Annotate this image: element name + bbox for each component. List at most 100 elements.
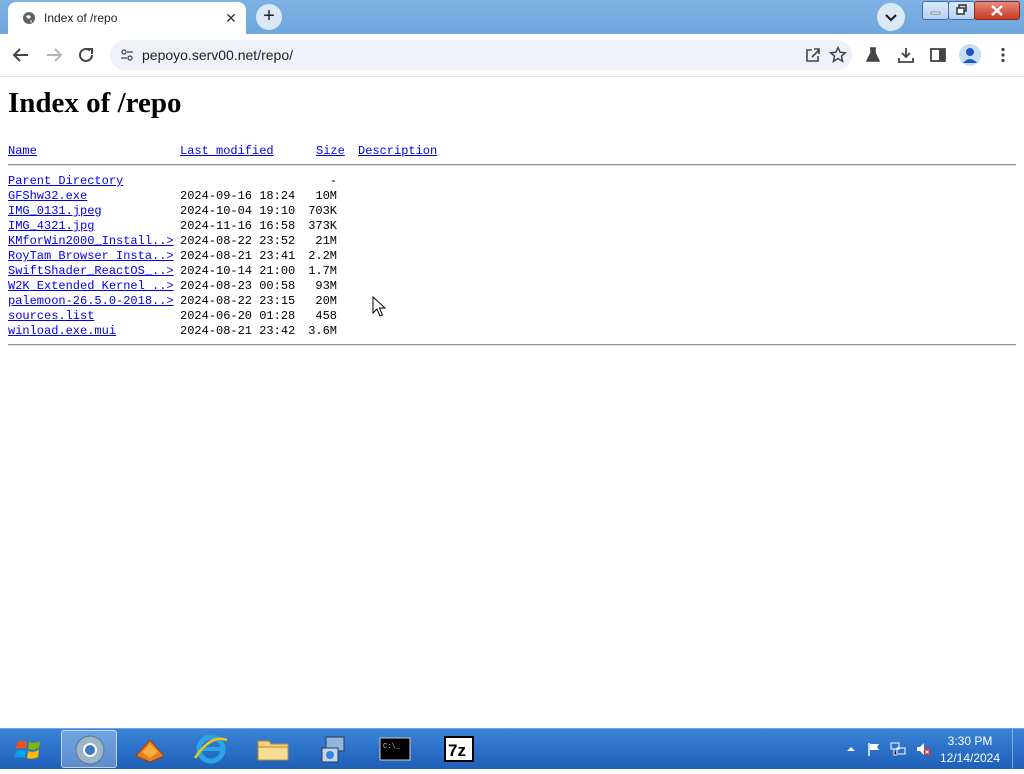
address-bar[interactable]: pepoyo.serv00.net/repo/ — [110, 40, 852, 70]
file-size: 703K — [308, 204, 337, 218]
mouse-cursor-icon — [372, 296, 386, 317]
taskbar-7zip[interactable]: 7z — [431, 730, 487, 768]
last-modified: 2024-08-23 00:58 — [180, 279, 296, 293]
divider-top — [8, 164, 1016, 166]
table-row: IMG_0131.jpeg 2024-10-04 19:10 703K — [8, 204, 508, 219]
table-row: winload.exe.mui 2024-08-21 23:42 3.6M — [8, 324, 508, 339]
taskbar-control-panel[interactable] — [306, 730, 362, 768]
file-size: 10M — [315, 189, 337, 203]
column-header-size[interactable]: Size — [316, 144, 345, 158]
file-link[interactable]: palemoon-26.5.0-2018..> — [8, 294, 174, 308]
file-size: 458 — [315, 309, 337, 323]
file-link[interactable]: KMforWin2000_Install..> — [8, 234, 174, 248]
last-modified: 2024-08-21 23:42 — [180, 324, 296, 338]
start-button[interactable] — [2, 730, 54, 768]
table-row: KMforWin2000_Install..> 2024-08-22 23:52… — [8, 234, 508, 249]
taskbar: C:\_ 7z 3:30 PM 12/14/2024 — [0, 728, 1024, 769]
tab-strip: Index of /repo ✕ + — [0, 0, 1024, 34]
share-icon[interactable] — [804, 46, 822, 64]
file-size: 1.7M — [308, 264, 337, 278]
file-link[interactable]: IMG_0131.jpeg — [8, 204, 102, 218]
action-center-flag-icon[interactable] — [866, 741, 882, 757]
svg-text:7z: 7z — [448, 741, 466, 760]
command-prompt-icon: C:\_ — [379, 737, 411, 761]
control-panel-icon — [321, 736, 345, 763]
network-icon[interactable] — [890, 741, 906, 757]
taskbar-file-explorer[interactable] — [245, 730, 301, 768]
file-link[interactable]: IMG_4321.jpg — [8, 219, 94, 233]
file-link[interactable]: Parent Directory — [8, 174, 123, 188]
chrome-icon — [75, 735, 105, 765]
profile-avatar[interactable] — [959, 44, 981, 66]
tab-search-button[interactable] — [877, 3, 905, 31]
bookmark-star-icon[interactable] — [829, 46, 847, 64]
url-text: pepoyo.serv00.net/repo/ — [142, 47, 293, 63]
table-row: Parent Directory - — [8, 174, 508, 189]
taskbar-browser-2[interactable] — [122, 730, 178, 768]
person-icon — [963, 48, 977, 63]
column-header-description[interactable]: Description — [358, 144, 437, 158]
svg-text:C:\_: C:\_ — [383, 743, 401, 751]
file-link[interactable]: RoyTam Browser Insta..> — [8, 249, 174, 263]
table-row: SwiftShader_ReactOS_..> 2024-10-14 21:00… — [8, 264, 508, 279]
file-link[interactable]: sources.list — [8, 309, 94, 323]
divider-bottom — [8, 344, 1016, 346]
file-explorer-icon — [257, 740, 289, 761]
7zip-icon: 7z — [444, 736, 474, 762]
forward-icon[interactable] — [41, 42, 67, 68]
file-size: 21M — [315, 234, 337, 248]
new-tab-button[interactable]: + — [256, 4, 282, 30]
site-info-icon[interactable] — [120, 48, 134, 62]
more-menu-icon[interactable] — [994, 46, 1012, 64]
minimize-button[interactable] — [922, 1, 949, 20]
last-modified: 2024-11-16 16:58 — [180, 219, 296, 233]
file-link[interactable]: winload.exe.mui — [8, 324, 116, 338]
restore-button[interactable] — [948, 1, 975, 20]
window-controls — [922, 0, 1020, 20]
last-modified: 2024-09-16 18:24 — [180, 189, 296, 203]
file-size: 373K — [308, 219, 337, 233]
file-link[interactable]: SwiftShader_ReactOS_..> — [8, 264, 174, 278]
close-icon — [991, 5, 1003, 16]
reload-icon[interactable] — [73, 42, 99, 68]
page-content: Index of /repo Name Last modified Size D… — [0, 77, 1024, 728]
file-size: 20M — [315, 294, 337, 308]
last-modified: 2024-10-14 21:00 — [180, 264, 296, 278]
tab-title: Index of /repo — [44, 11, 118, 25]
column-header-last-modified[interactable]: Last modified — [180, 144, 274, 158]
labs-flask-icon[interactable] — [864, 46, 882, 64]
file-size: 2.2M — [308, 249, 337, 263]
column-header-name[interactable]: Name — [8, 144, 37, 158]
table-row: sources.list 2024-06-20 01:28 458 — [8, 309, 508, 324]
table-row: GFShw32.exe 2024-09-16 18:24 10M — [8, 189, 508, 204]
minimize-icon — [930, 11, 941, 15]
taskbar-command-prompt[interactable]: C:\_ — [367, 730, 423, 768]
back-icon[interactable] — [8, 42, 34, 68]
taskbar-chrome[interactable] — [61, 730, 117, 768]
browser-tab[interactable]: Index of /repo ✕ — [8, 2, 246, 34]
show-desktop-button[interactable] — [1012, 729, 1024, 769]
chevron-down-icon — [885, 14, 897, 22]
close-window-button[interactable] — [974, 1, 1020, 20]
volume-muted-icon[interactable] — [915, 741, 931, 757]
side-panel-icon[interactable] — [929, 46, 947, 64]
clock-date[interactable]: 12/14/2024 — [935, 751, 1005, 765]
download-icon[interactable] — [897, 46, 915, 64]
clock-time[interactable]: 3:30 PM — [935, 734, 1005, 748]
last-modified: 2024-06-20 01:28 — [180, 309, 296, 323]
restore-icon — [956, 4, 967, 15]
table-row: palemoon-26.5.0-2018..> 2024-08-22 23:15… — [8, 294, 508, 309]
table-row: IMG_4321.jpg 2024-11-16 16:58 373K — [8, 219, 508, 234]
page-title: Index of /repo — [8, 87, 182, 119]
taskbar-internet-explorer[interactable] — [183, 730, 239, 768]
table-row: W2K Extended Kernel ..> 2024-08-23 00:58… — [8, 279, 508, 294]
last-modified: 2024-08-22 23:52 — [180, 234, 296, 248]
close-tab-icon[interactable]: ✕ — [222, 9, 240, 27]
globe-icon — [23, 12, 35, 24]
internet-explorer-icon — [193, 734, 228, 764]
file-size: 93M — [315, 279, 337, 293]
file-link[interactable]: W2K Extended Kernel ..> — [8, 279, 174, 293]
file-link[interactable]: GFShw32.exe — [8, 189, 87, 203]
last-modified: 2024-10-04 19:10 — [180, 204, 296, 218]
show-hidden-icons-icon[interactable] — [843, 741, 859, 757]
